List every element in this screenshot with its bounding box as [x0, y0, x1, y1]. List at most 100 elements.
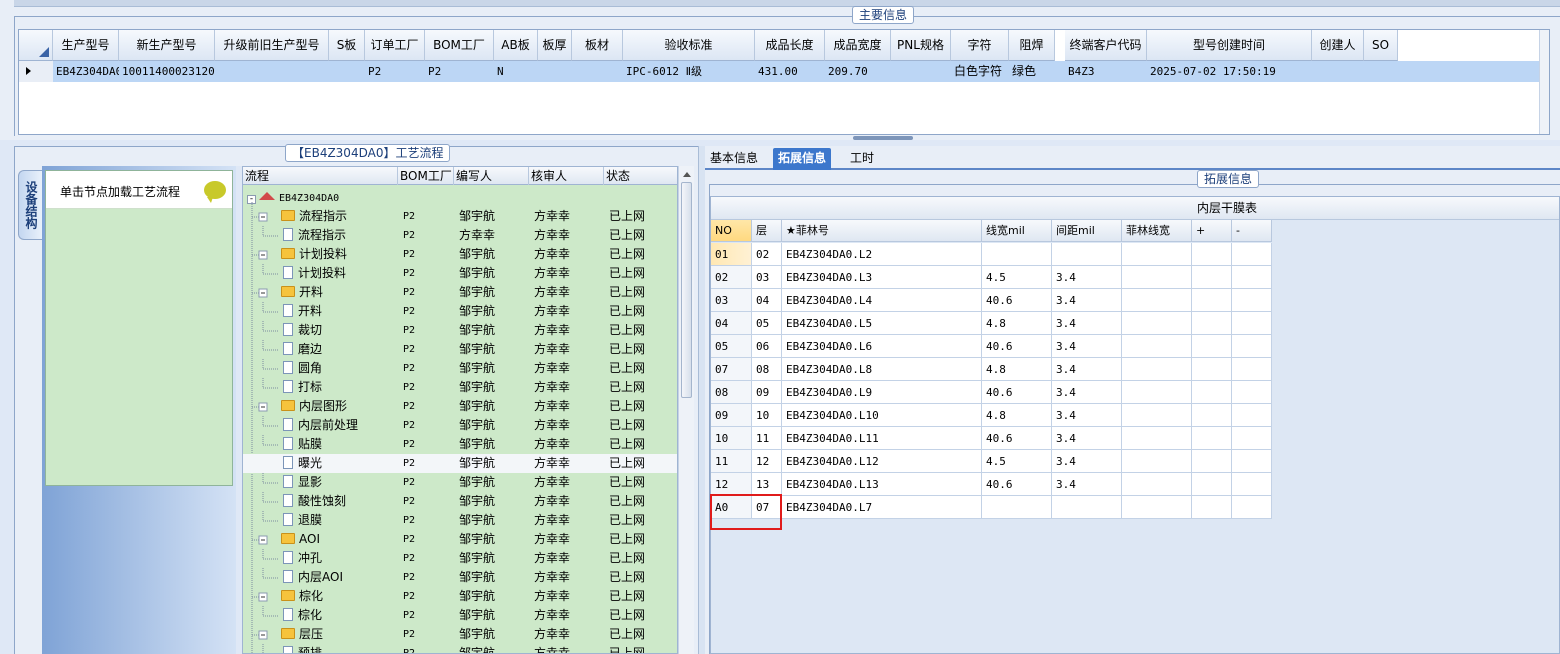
tree-row[interactable]: 内层前处理 P2 邹宇航 方幸幸 已上网: [243, 416, 677, 435]
tree-row[interactable]: 内层图形 P2 邹宇航 方幸幸 已上网: [243, 397, 677, 416]
table-cell[interactable]: [1232, 312, 1272, 335]
column-header[interactable]: PNL规格: [891, 30, 951, 61]
column-header[interactable]: SO: [1364, 30, 1398, 61]
table-cell[interactable]: [1232, 289, 1272, 312]
table-cell[interactable]: 3.4: [1052, 404, 1122, 427]
tree-row[interactable]: 内层AOI P2 邹宇航 方幸幸 已上网: [243, 568, 677, 587]
tree-row[interactable]: 贴膜 P2 邹宇航 方幸幸 已上网: [243, 435, 677, 454]
tree-row[interactable]: 预排 P2 邹宇航 方幸幸 已上网: [243, 644, 677, 653]
column-header[interactable]: 终端客户代码: [1065, 30, 1147, 61]
table-cell[interactable]: 3.4: [1052, 381, 1122, 404]
table-cell[interactable]: [1192, 404, 1232, 427]
table-cell[interactable]: 3.4: [1052, 266, 1122, 289]
table-cell[interactable]: 01: [711, 243, 752, 266]
tree-column-header[interactable]: 编写人: [454, 167, 529, 185]
table-row[interactable]: 11 12 EB4Z304DA0.L12 4.5 3.4: [711, 450, 1272, 473]
table-cell[interactable]: 13: [752, 473, 782, 496]
table-row[interactable]: 02 03 EB4Z304DA0.L3 4.5 3.4: [711, 266, 1272, 289]
table-cell[interactable]: [1192, 358, 1232, 381]
table-cell[interactable]: 03: [752, 266, 782, 289]
tab-extended-info[interactable]: 拓展信息: [773, 148, 832, 170]
tree-row[interactable]: 显影 P2 邹宇航 方幸幸 已上网: [243, 473, 677, 492]
tree-row[interactable]: 棕化 P2 邹宇航 方幸幸 已上网: [243, 606, 677, 625]
table-cell[interactable]: EB4Z304DA0.L3: [782, 266, 982, 289]
table-cell[interactable]: 04: [752, 289, 782, 312]
table-cell[interactable]: [1232, 473, 1272, 496]
table-cell[interactable]: 09: [711, 404, 752, 427]
column-header[interactable]: BOM工厂: [425, 30, 494, 61]
table-row[interactable]: 04 05 EB4Z304DA0.L5 4.8 3.4: [711, 312, 1272, 335]
table-cell[interactable]: [1122, 473, 1192, 496]
table-cell[interactable]: [1232, 358, 1272, 381]
table-cell[interactable]: 3.4: [1052, 289, 1122, 312]
table-row[interactable]: 10 11 EB4Z304DA0.L11 40.6 3.4: [711, 427, 1272, 450]
tree-row[interactable]: 开料 P2 邹宇航 方幸幸 已上网: [243, 283, 677, 302]
table-cell[interactable]: [1192, 473, 1232, 496]
table-cell[interactable]: 3.4: [1052, 450, 1122, 473]
tree-row[interactable]: 磨边 P2 邹宇航 方幸幸 已上网: [243, 340, 677, 359]
table-cell[interactable]: EB4Z304DA0.L11: [782, 427, 982, 450]
table-row[interactable]: 08 09 EB4Z304DA0.L9 40.6 3.4: [711, 381, 1272, 404]
table-cell[interactable]: 08: [752, 358, 782, 381]
tree-row[interactable]: 圆角 P2 邹宇航 方幸幸 已上网: [243, 359, 677, 378]
table-cell[interactable]: [1122, 358, 1192, 381]
column-header[interactable]: 阻焊: [1009, 30, 1055, 61]
table-cell[interactable]: 4.8: [982, 404, 1052, 427]
column-header[interactable]: 成品长度: [755, 30, 825, 61]
speech-bubble-icon[interactable]: [204, 181, 226, 203]
column-header[interactable]: 字符: [951, 30, 1009, 61]
table-cell[interactable]: [1122, 266, 1192, 289]
table-cell[interactable]: 3.4: [1052, 473, 1122, 496]
table-cell[interactable]: [1192, 243, 1232, 266]
ext-column-header[interactable]: -: [1232, 220, 1272, 242]
tree-root-row[interactable]: - EB4Z304DA0: [243, 188, 677, 207]
ext-column-header[interactable]: +: [1192, 220, 1232, 242]
process-tree-scrollbar[interactable]: [678, 166, 694, 654]
table-cell[interactable]: [1232, 381, 1272, 404]
table-cell[interactable]: 3.4: [1052, 312, 1122, 335]
table-cell[interactable]: EB4Z304DA0.L8: [782, 358, 982, 381]
scroll-up-arrow-icon[interactable]: [683, 172, 691, 177]
table-row[interactable]: A0 07 EB4Z304DA0.L7: [711, 496, 1272, 519]
table-cell[interactable]: [1122, 335, 1192, 358]
table-cell[interactable]: EB4Z304DA0.L13: [782, 473, 982, 496]
table-cell[interactable]: [1122, 404, 1192, 427]
table-cell[interactable]: EB4Z304DA0.L6: [782, 335, 982, 358]
table-cell[interactable]: [1122, 243, 1192, 266]
table-cell[interactable]: EB4Z304DA0.L9: [782, 381, 982, 404]
table-row[interactable]: 05 06 EB4Z304DA0.L6 40.6 3.4: [711, 335, 1272, 358]
table-row[interactable]: 07 08 EB4Z304DA0.L8 4.8 3.4: [711, 358, 1272, 381]
table-cell[interactable]: 12: [752, 450, 782, 473]
table-cell[interactable]: [1232, 404, 1272, 427]
panel-collapse-handle[interactable]: [853, 136, 913, 140]
table-cell[interactable]: 02: [752, 243, 782, 266]
table-cell[interactable]: 4.5: [982, 266, 1052, 289]
table-cell[interactable]: EB4Z304DA0.L7: [782, 496, 982, 519]
table-cell[interactable]: 05: [711, 335, 752, 358]
table-cell[interactable]: EB4Z304DA0.L2: [782, 243, 982, 266]
table-cell[interactable]: [1192, 427, 1232, 450]
table-cell[interactable]: 40.6: [982, 381, 1052, 404]
table-cell[interactable]: [1232, 266, 1272, 289]
tree-column-header[interactable]: 状态: [604, 167, 677, 185]
ext-column-header[interactable]: 线宽mil: [982, 220, 1052, 242]
tree-column-header[interactable]: BOM工厂: [398, 167, 454, 185]
tree-row[interactable]: 冲孔 P2 邹宇航 方幸幸 已上网: [243, 549, 677, 568]
table-cell[interactable]: 40.6: [982, 289, 1052, 312]
table-cell[interactable]: [1192, 450, 1232, 473]
ext-column-header[interactable]: 菲林线宽: [1122, 220, 1192, 242]
table-cell[interactable]: 3.4: [1052, 335, 1122, 358]
table-cell[interactable]: EB4Z304DA0.L10: [782, 404, 982, 427]
table-cell[interactable]: 3.4: [1052, 358, 1122, 381]
column-header[interactable]: 升级前旧生产型号: [215, 30, 329, 61]
table-cell[interactable]: 11: [752, 427, 782, 450]
column-header[interactable]: S板: [329, 30, 365, 61]
table-cell[interactable]: [1192, 266, 1232, 289]
table-cell[interactable]: EB4Z304DA0.L5: [782, 312, 982, 335]
table-cell[interactable]: [1122, 427, 1192, 450]
column-header[interactable]: 验收标准: [623, 30, 755, 61]
column-header[interactable]: AB板: [494, 30, 538, 61]
ext-column-header[interactable]: 间距mil: [1052, 220, 1122, 242]
tree-row[interactable]: 曝光 P2 邹宇航 方幸幸 已上网: [243, 454, 677, 473]
table-cell[interactable]: [1122, 450, 1192, 473]
